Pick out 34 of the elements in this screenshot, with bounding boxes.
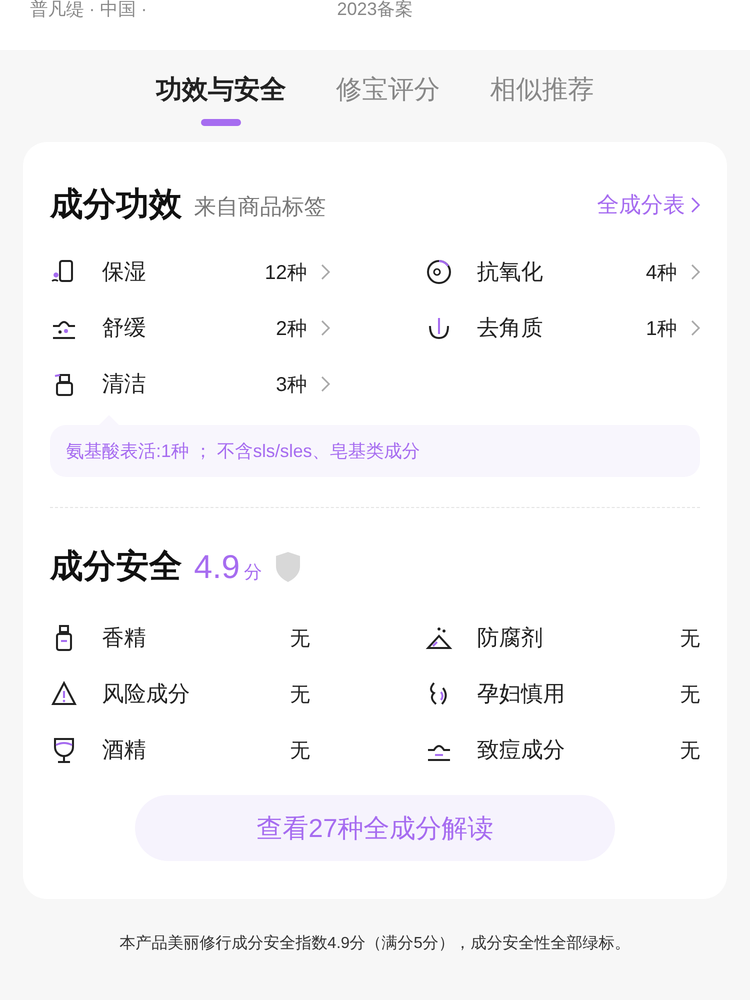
tab-indicator — [201, 119, 241, 126]
shield-icon — [274, 550, 302, 582]
chevron-right-icon — [691, 264, 700, 280]
score-unit: 分 — [244, 560, 262, 584]
safety-value: 无 — [680, 738, 700, 764]
safety-label: 风险成分 — [102, 680, 191, 708]
section-title: 成分安全 — [50, 546, 182, 586]
safety-value: 无 — [290, 738, 310, 764]
chevron-right-icon — [321, 376, 330, 392]
safety-value: 无 — [290, 682, 310, 708]
safety-label: 香精 — [102, 624, 147, 652]
safety-label: 酒精 — [102, 736, 147, 764]
efficacy-item[interactable]: 保湿 12种 — [50, 253, 330, 291]
warning-icon — [50, 680, 78, 708]
footer-text: 本产品美丽修行成分安全指数4.9分（满分5分），成分安全性全部绿标。 — [118, 934, 632, 954]
safety-label: 致痘成分 — [477, 736, 566, 764]
efficacy-item[interactable]: 抗氧化 4种 — [425, 253, 700, 291]
oxygen-circle-icon — [425, 258, 453, 286]
safety-label: 孕妇慎用 — [477, 680, 566, 708]
safety-value: 无 — [680, 626, 700, 652]
chevron-right-icon — [321, 320, 330, 336]
safety-value: 无 — [680, 682, 700, 708]
safety-label: 防腐剂 — [477, 624, 544, 652]
safety-score: 4.9 — [194, 548, 240, 586]
tab[interactable]: 功效与安全 — [156, 72, 286, 130]
efficacy-item[interactable]: 清洁 3种 — [50, 365, 330, 403]
chevron-right-icon — [691, 196, 700, 212]
efficacy-item[interactable]: 去角质 1种 — [425, 309, 700, 347]
chevron-right-icon — [321, 264, 330, 280]
section-title: 成分功效 — [50, 184, 182, 224]
chevron-right-icon — [691, 320, 700, 336]
efficacy-item[interactable]: 舒缓 2种 — [50, 309, 330, 347]
safety-value: 无 — [290, 626, 310, 652]
section-subtitle: 来自商品标签 — [194, 192, 327, 220]
